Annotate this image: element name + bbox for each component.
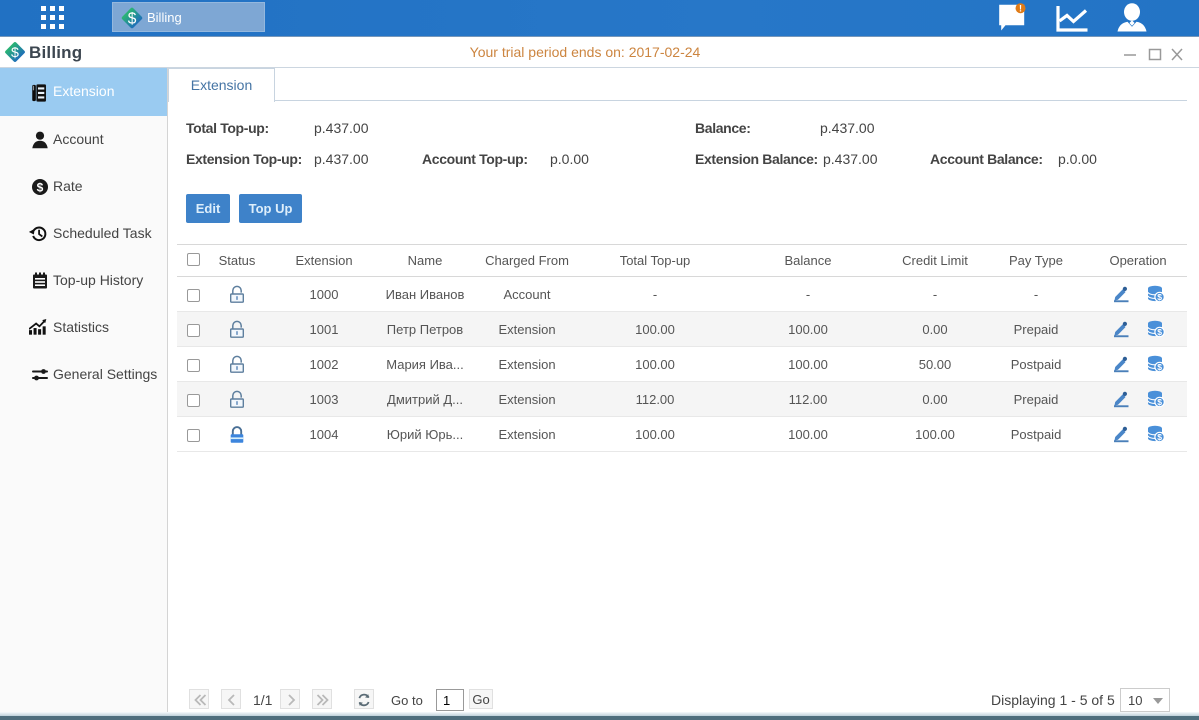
svg-text:$: $ [1157,432,1162,442]
svg-text:$: $ [128,11,137,28]
svg-text:$: $ [37,181,44,195]
svg-text:$: $ [1157,292,1162,302]
svg-text:$: $ [1157,362,1162,372]
svg-text:$: $ [1157,327,1162,337]
svg-text:$: $ [1157,397,1162,407]
svg-text:!: ! [1019,3,1022,13]
